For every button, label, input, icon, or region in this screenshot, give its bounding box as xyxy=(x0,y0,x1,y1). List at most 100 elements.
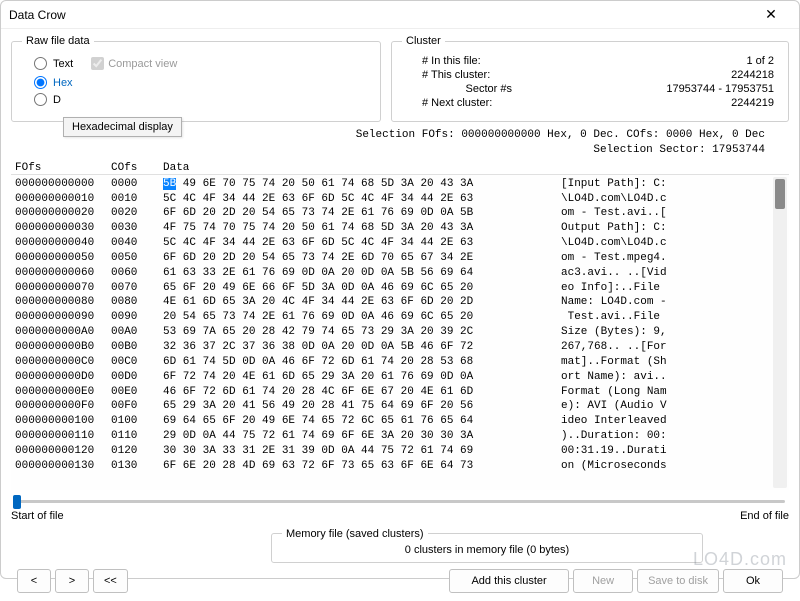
scrollbar-thumb[interactable] xyxy=(775,179,785,209)
hex-row[interactable]: 00000000003000304F 75 74 70 75 74 20 50 … xyxy=(15,221,785,236)
hex-row[interactable]: 0000000000D000D06F 72 74 20 4E 61 6D 65 … xyxy=(15,370,785,385)
memory-text: 0 clusters in memory file (0 bytes) xyxy=(282,542,692,556)
hex-ascii[interactable]: Format (Long Nam xyxy=(541,385,667,400)
hex-bytes[interactable]: 6F 6D 20 2D 20 54 65 73 74 2E 6D 70 65 6… xyxy=(163,251,541,266)
hex-row[interactable]: 000000000090009020 54 65 73 74 2E 61 76 … xyxy=(15,310,785,325)
memory-legend: Memory file (saved clusters) xyxy=(282,528,428,540)
hex-ascii[interactable]: om - Test.avi..[ xyxy=(541,206,667,221)
cluster-sector-value: 17953744 - 17953751 xyxy=(512,83,778,95)
hex-bytes[interactable]: 6F 6D 20 2D 20 54 65 73 74 2E 61 76 69 0… xyxy=(163,206,541,221)
ok-button[interactable]: Ok xyxy=(723,569,783,593)
hex-ascii[interactable]: 00:31.19..Durati xyxy=(541,444,667,459)
hex-ascii[interactable]: [Input Path]: C: xyxy=(541,177,667,192)
hex-bytes[interactable]: 61 63 33 2E 61 76 69 0D 0A 20 0D 0A 5B 5… xyxy=(163,266,541,281)
selected-byte[interactable]: 5B xyxy=(163,178,176,190)
prev-button[interactable]: < xyxy=(17,569,51,593)
hex-ascii[interactable]: e): AVI (Audio V xyxy=(541,399,667,414)
cluster-infile-value: 1 of 2 xyxy=(512,55,778,67)
hex-bytes[interactable]: 4E 61 6D 65 3A 20 4C 4F 34 44 2E 63 6F 6… xyxy=(163,295,541,310)
hex-fofs: 000000000130 xyxy=(15,459,111,474)
radio-d-input[interactable] xyxy=(34,93,47,106)
radio-text[interactable]: Text xyxy=(34,57,73,70)
hex-cofs: 0060 xyxy=(111,266,163,281)
hex-cofs: 00A0 xyxy=(111,325,163,340)
hex-fofs: 000000000000 xyxy=(15,177,111,192)
radio-d[interactable]: D xyxy=(34,93,370,106)
hex-ascii[interactable]: Output Path]: C: xyxy=(541,221,667,236)
hex-row[interactable]: 00000000001000105C 4C 4F 34 44 2E 63 6F … xyxy=(15,192,785,207)
hex-row[interactable]: 0000000000F000F065 29 3A 20 41 56 49 20 … xyxy=(15,399,785,414)
hex-fofs: 0000000000B0 xyxy=(15,340,111,355)
hex-bytes[interactable]: 69 64 65 6F 20 49 6E 74 65 72 6C 65 61 7… xyxy=(163,414,541,429)
hex-ascii[interactable]: on (Microseconds xyxy=(541,459,667,474)
hex-bytes[interactable]: 6F 72 74 20 4E 61 6D 65 29 3A 20 61 76 6… xyxy=(163,370,541,385)
hex-row[interactable]: 00000000013001306F 6E 20 28 4D 69 63 72 … xyxy=(15,459,785,474)
hex-ascii[interactable]: mat]..Format (Sh xyxy=(541,355,667,370)
hex-row[interactable]: 00000000002000206F 6D 20 2D 20 54 65 73 … xyxy=(15,206,785,221)
hex-cofs: 0050 xyxy=(111,251,163,266)
hex-row[interactable]: 0000000000B000B032 36 37 2C 37 36 38 0D … xyxy=(15,340,785,355)
hex-ascii[interactable]: Test.avi..File xyxy=(541,310,667,325)
hex-bytes[interactable]: 5C 4C 4F 34 44 2E 63 6F 6D 5C 4C 4F 34 4… xyxy=(163,192,541,207)
selection-line2: Selection Sector: 17953744 xyxy=(11,143,765,158)
hex-bytes[interactable]: 4F 75 74 70 75 74 20 50 61 74 68 5D 3A 2… xyxy=(163,221,541,236)
hex-row[interactable]: 000000000120012030 30 3A 33 31 2E 31 39 … xyxy=(15,444,785,459)
vertical-scrollbar[interactable] xyxy=(773,177,787,488)
hex-ascii[interactable]: om - Test.mpeg4. xyxy=(541,251,667,266)
hex-bytes[interactable]: 6D 61 74 5D 0D 0A 46 6F 72 6D 61 74 20 2… xyxy=(163,355,541,370)
hex-row[interactable]: 00000000005000506F 6D 20 2D 20 54 65 73 … xyxy=(15,251,785,266)
slider-thumb[interactable] xyxy=(13,495,21,509)
hex-fofs: 0000000000D0 xyxy=(15,370,111,385)
hex-bytes[interactable]: 30 30 3A 33 31 2E 31 39 0D 0A 44 75 72 6… xyxy=(163,444,541,459)
hex-ascii[interactable]: eo Info]:..File xyxy=(541,281,667,296)
hex-bytes[interactable]: 53 69 7A 65 20 28 42 79 74 65 73 29 3A 2… xyxy=(163,325,541,340)
hex-cofs: 0040 xyxy=(111,236,163,251)
hex-ascii[interactable]: 267,768.. ..[For xyxy=(541,340,667,355)
hex-row[interactable]: 00000000000000005B 49 6E 70 75 74 20 50 … xyxy=(15,177,785,192)
hex-ascii[interactable]: Size (Bytes): 9, xyxy=(541,325,667,340)
hex-bytes[interactable]: 46 6F 72 6D 61 74 20 28 4C 6F 6E 67 20 4… xyxy=(163,385,541,400)
new-button[interactable]: New xyxy=(573,569,633,593)
close-button[interactable]: ✕ xyxy=(751,3,791,27)
hex-bytes[interactable]: 65 6F 20 49 6E 66 6F 5D 3A 0D 0A 46 69 6… xyxy=(163,281,541,296)
hex-ascii[interactable]: \LO4D.com\LO4D.c xyxy=(541,236,667,251)
radio-hex-input[interactable] xyxy=(34,76,47,89)
save-button[interactable]: Save to disk xyxy=(637,569,719,593)
hex-row[interactable]: 000000000100010069 64 65 6F 20 49 6E 74 … xyxy=(15,414,785,429)
hex-row[interactable]: 0000000000A000A053 69 7A 65 20 28 42 79 … xyxy=(15,325,785,340)
hex-row[interactable]: 000000000110011029 0D 0A 44 75 72 61 74 … xyxy=(15,429,785,444)
hex-tooltip: Hexadecimal display xyxy=(63,117,182,137)
hex-ascii[interactable]: )..Duration: 00: xyxy=(541,429,667,444)
hex-ascii[interactable]: ac3.avi.. ..[Vid xyxy=(541,266,667,281)
hex-fofs: 000000000110 xyxy=(15,429,111,444)
file-position-slider[interactable] xyxy=(11,492,789,510)
compact-view-checkbox: Compact view xyxy=(91,57,177,70)
hex-row[interactable]: 0000000000C000C06D 61 74 5D 0D 0A 46 6F … xyxy=(15,355,785,370)
radio-text-input[interactable] xyxy=(34,57,47,70)
hex-viewer[interactable]: 00000000000000005B 49 6E 70 75 74 20 50 … xyxy=(11,175,789,490)
cluster-next-value: 2244219 xyxy=(512,97,778,109)
next-button[interactable]: > xyxy=(55,569,89,593)
hex-row[interactable]: 000000000070007065 6F 20 49 6E 66 6F 5D … xyxy=(15,281,785,296)
hex-fofs: 000000000090 xyxy=(15,310,111,325)
radio-hex[interactable]: Hex xyxy=(34,76,370,89)
hex-row[interactable]: 0000000000E000E046 6F 72 6D 61 74 20 28 … xyxy=(15,385,785,400)
add-cluster-button[interactable]: Add this cluster xyxy=(449,569,569,593)
hex-row[interactable]: 00000000004000405C 4C 4F 34 44 2E 63 6F … xyxy=(15,236,785,251)
hex-bytes[interactable]: 5B 49 6E 70 75 74 20 50 61 74 68 5D 3A 2… xyxy=(163,177,541,192)
rewind-button[interactable]: << xyxy=(93,569,128,593)
hex-ascii[interactable]: Name: LO4D.com - xyxy=(541,295,667,310)
hex-row[interactable]: 00000000008000804E 61 6D 65 3A 20 4C 4F … xyxy=(15,295,785,310)
hex-cofs: 00D0 xyxy=(111,370,163,385)
hex-bytes[interactable]: 6F 6E 20 28 4D 69 63 72 6F 73 65 63 6F 6… xyxy=(163,459,541,474)
hex-bytes[interactable]: 32 36 37 2C 37 36 38 0D 0A 20 0D 0A 5B 4… xyxy=(163,340,541,355)
hex-ascii[interactable]: ort Name): avi.. xyxy=(541,370,667,385)
hex-ascii[interactable]: \LO4D.com\LO4D.c xyxy=(541,192,667,207)
hex-bytes[interactable]: 5C 4C 4F 34 44 2E 63 6F 6D 5C 4C 4F 34 4… xyxy=(163,236,541,251)
hex-bytes[interactable]: 29 0D 0A 44 75 72 61 74 69 6F 6E 3A 20 3… xyxy=(163,429,541,444)
hex-bytes[interactable]: 20 54 65 73 74 2E 61 76 69 0D 0A 46 69 6… xyxy=(163,310,541,325)
hex-bytes[interactable]: 65 29 3A 20 41 56 49 20 28 41 75 64 69 6… xyxy=(163,399,541,414)
hex-row[interactable]: 000000000060006061 63 33 2E 61 76 69 0D … xyxy=(15,266,785,281)
hex-ascii[interactable]: ideo Interleaved xyxy=(541,414,667,429)
hex-fofs: 000000000020 xyxy=(15,206,111,221)
